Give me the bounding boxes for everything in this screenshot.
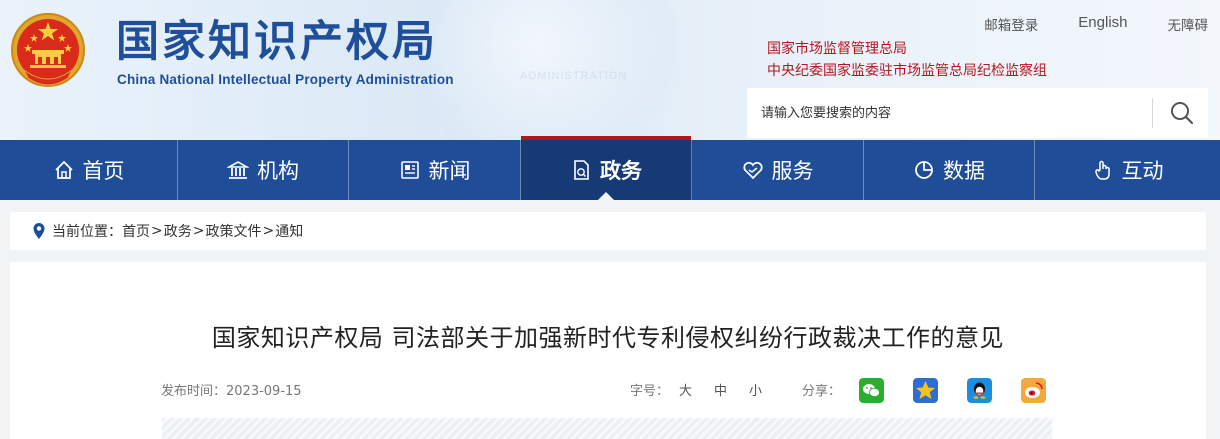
article-title: 国家知识产权局 司法部关于加强新时代专利侵权纠纷行政裁决工作的意见	[211, 324, 1005, 352]
font-size-controls: 字号： 大 中 小	[630, 380, 762, 399]
site-title-english[interactable]: China National Intellectual Property Adm…	[117, 72, 454, 87]
breadcrumb-notice[interactable]: 通知	[275, 221, 303, 241]
accessibility-link[interactable]: 无障碍	[1168, 14, 1209, 34]
font-size-large[interactable]: 大	[679, 380, 692, 399]
breadcrumb-policy-documents[interactable]: 政策文件	[205, 221, 261, 241]
handshake-heart-icon	[742, 161, 763, 180]
hand-pointer-icon	[1094, 160, 1110, 180]
breadcrumb-prefix: 当前位置：	[52, 224, 122, 240]
institution-icon	[227, 161, 249, 179]
pie-chart-icon	[915, 161, 933, 179]
breadcrumb-home[interactable]: 首页	[122, 221, 150, 241]
site-header: ADMINISTRATION 国家知识产权局 China National In…	[0, 0, 1220, 140]
nav-label: 新闻	[428, 159, 471, 183]
search-divider	[1152, 98, 1153, 128]
newspaper-icon	[400, 161, 419, 179]
share-label: 分享：	[802, 384, 842, 399]
nav-label: 服务	[771, 159, 814, 183]
nav-item-interaction[interactable]: 互动	[1035, 140, 1220, 200]
weibo-share-icon[interactable]	[1021, 378, 1046, 403]
nav-item-institution[interactable]: 机构	[178, 140, 349, 200]
font-size-medium[interactable]: 中	[714, 380, 727, 399]
breadcrumb-separator: >	[192, 223, 205, 239]
national-emblem-icon[interactable]	[10, 12, 86, 90]
location-pin-icon	[33, 223, 45, 239]
nav-label: 首页	[82, 159, 125, 183]
article-divider-pattern	[162, 418, 1052, 439]
nav-label: 互动	[1121, 159, 1164, 183]
home-icon	[54, 160, 73, 179]
publish-date: 发布时间：2023-09-15	[161, 380, 302, 399]
article-panel: 国家知识产权局 司法部关于加强新时代专利侵权纠纷行政裁决工作的意见 发布时间：2…	[10, 262, 1206, 439]
english-link[interactable]: English	[1078, 14, 1127, 34]
breadcrumb-government-affairs[interactable]: 政务	[164, 221, 192, 241]
top-links: 邮箱登录 English 无障碍	[984, 14, 1208, 34]
mail-login-link[interactable]: 邮箱登录	[984, 14, 1038, 34]
qq-share-icon[interactable]	[967, 378, 992, 403]
font-size-small[interactable]: 小	[749, 380, 762, 399]
search-box	[747, 88, 1208, 138]
breadcrumb-separator: >	[262, 223, 275, 239]
search-input[interactable]	[761, 102, 1141, 124]
wechat-share-icon[interactable]	[859, 378, 884, 403]
org-link-samr[interactable]: 国家市场监督管理总局	[767, 38, 907, 58]
breadcrumb: 当前位置： 首页 > 政务 > 政策文件 > 通知	[10, 212, 1206, 250]
header-watermark-decoration: ADMINISTRATION	[520, 70, 628, 82]
nav-label: 机构	[257, 159, 299, 183]
search-icon[interactable]	[1165, 98, 1199, 128]
document-icon	[574, 160, 589, 180]
main-nav: 首页 机构 新闻 政务 服务 数据 互动	[0, 136, 1220, 200]
nav-item-news[interactable]: 新闻	[349, 140, 521, 200]
nav-label: 政务	[600, 159, 642, 183]
nav-item-government-affairs[interactable]: 政务	[521, 136, 692, 200]
font-size-label: 字号：	[630, 384, 670, 399]
site-title[interactable]: 国家知识产权局	[116, 16, 438, 68]
breadcrumb-separator: >	[151, 223, 163, 239]
org-link-inspection[interactable]: 中央纪委国家监委驻市场监管总局纪检监察组	[767, 60, 1047, 80]
nav-item-home[interactable]: 首页	[0, 140, 178, 200]
nav-item-data[interactable]: 数据	[864, 140, 1035, 200]
publish-date-value: 2023-09-15	[226, 384, 302, 399]
publish-label: 发布时间：	[161, 384, 227, 399]
qzone-share-icon[interactable]	[913, 378, 938, 403]
nav-label: 数据	[943, 159, 985, 183]
nav-item-services[interactable]: 服务	[692, 140, 864, 200]
